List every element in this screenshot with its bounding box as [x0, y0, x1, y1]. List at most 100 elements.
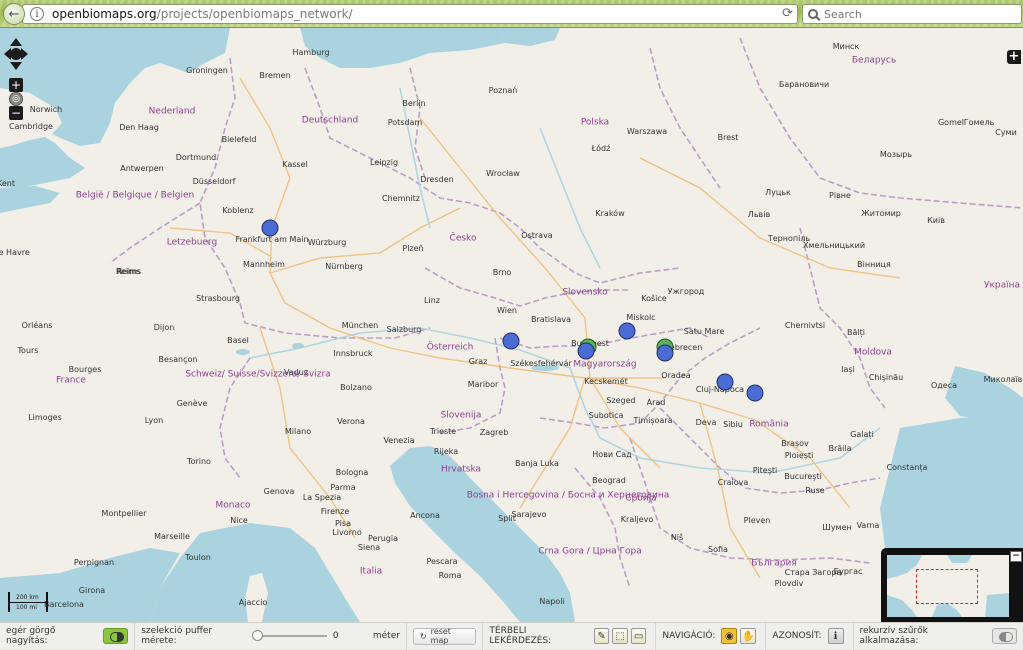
city-label: Trieste: [429, 427, 457, 436]
city-label: Graz: [468, 357, 488, 366]
country-label: Slovensko: [562, 287, 608, 298]
city-label: Subotica: [588, 411, 624, 420]
search-icon: [808, 9, 818, 19]
city-label: Toulon: [185, 553, 211, 562]
country-label: Беларусь: [851, 55, 897, 66]
city-label: Łódź: [591, 144, 611, 153]
city-label: Varna: [856, 521, 880, 530]
city-label: Lyon: [144, 416, 164, 425]
city-label: Roma: [438, 571, 462, 580]
scale-bar: 200 km 100 mi: [6, 592, 56, 614]
layer-switcher-button[interactable]: +: [1007, 50, 1021, 64]
city-label: Барановичи: [778, 80, 830, 89]
city-label: Chemnitz: [382, 194, 420, 203]
zoom-out-button[interactable]: −: [9, 106, 23, 120]
city-label: Tours: [17, 346, 39, 355]
city-label: Zagreb: [479, 428, 509, 437]
city-label: Reims: [115, 267, 141, 276]
city-label: Bielefeld: [221, 135, 257, 144]
pan-hand-button[interactable]: ✋: [740, 628, 757, 644]
city-label: Wrocław: [486, 169, 520, 178]
country-label: Magyarország: [573, 359, 637, 370]
country-label: Україна: [983, 280, 1021, 291]
wheel-zoom-toggle[interactable]: [102, 628, 129, 644]
identify-button[interactable]: ℹ: [827, 628, 844, 644]
browser-toolbar: i openbiomaps.org/projects/openbiomaps_n…: [0, 0, 1023, 28]
zoom-world-button[interactable]: ◎: [9, 92, 23, 106]
city-label: Plzeň: [402, 244, 424, 253]
reload-icon[interactable]: ⟳: [782, 6, 793, 21]
pan-control[interactable]: [4, 36, 28, 72]
data-point-marker[interactable]: [261, 219, 279, 237]
city-label: Timișoara: [633, 416, 673, 425]
data-point-marker[interactable]: [577, 342, 595, 360]
city-label: Bălți: [847, 328, 865, 337]
draw-box-button[interactable]: ▭: [630, 628, 647, 644]
buffer-input[interactable]: [332, 628, 369, 644]
city-label: Perugia: [367, 534, 399, 543]
country-label: Hrvatska: [440, 464, 482, 475]
city-label: Ostrava: [521, 231, 553, 240]
url-text: openbiomaps.org/projects/openbiomaps_net…: [52, 7, 353, 21]
city-label: La Spezia: [302, 493, 342, 502]
overview-map[interactable]: −: [881, 548, 1023, 622]
country-label: Monaco: [215, 500, 251, 511]
city-label: Pescara: [426, 557, 458, 566]
city-label: Суми: [995, 128, 1017, 137]
city-label: Satu Mare: [683, 327, 725, 336]
city-label: Bratislava: [531, 315, 571, 324]
identify-group: AZONOSÍT: ℹ: [766, 622, 854, 650]
data-point-marker[interactable]: [716, 373, 734, 391]
recursive-filter-group: rekurzív szűrők alkalmazása:: [854, 623, 1023, 650]
city-label: Genève: [176, 399, 208, 408]
data-point-marker[interactable]: [618, 322, 636, 340]
reset-map-button[interactable]: ↻ reset map: [412, 627, 477, 645]
city-label: Beograd: [592, 476, 626, 485]
url-bar[interactable]: i openbiomaps.org/projects/openbiomaps_n…: [22, 4, 798, 24]
recursive-filter-toggle[interactable]: [991, 628, 1018, 644]
country-label: Österreich: [426, 342, 474, 353]
search-input[interactable]: [824, 7, 1014, 21]
city-label: Sarajevo: [511, 510, 547, 519]
navigate-select-button[interactable]: ◉: [721, 628, 738, 644]
city-label: Brăila: [828, 444, 852, 453]
city-label: Wien: [497, 306, 517, 315]
buffer-label: szelekció puffer mérete:: [141, 626, 213, 646]
draw-polygon-button[interactable]: ⬚: [612, 628, 628, 644]
city-label: Banja Luka: [515, 459, 559, 468]
zoom-in-button[interactable]: +: [9, 78, 23, 92]
buffer-slider[interactable]: [252, 630, 327, 642]
data-point-marker[interactable]: [746, 384, 764, 402]
back-button[interactable]: ←: [3, 3, 25, 25]
draw-line-button[interactable]: ✎: [593, 628, 610, 644]
city-label: Den Haag: [119, 123, 159, 132]
city-label: Orléans: [21, 321, 53, 330]
city-label: Mannheim: [243, 260, 285, 269]
city-label: Parma: [330, 483, 356, 492]
city-label: Kecskemét: [584, 377, 628, 386]
slider-thumb[interactable]: [252, 630, 264, 641]
identify-label: AZONOSÍT:: [772, 631, 822, 641]
country-label: Moldova: [854, 347, 892, 358]
city-label: Niš: [670, 533, 684, 542]
data-point-marker[interactable]: [502, 332, 520, 350]
country-label: България: [751, 558, 797, 569]
overview-toggle-button[interactable]: −: [1010, 551, 1022, 562]
overview-extent-box[interactable]: [916, 569, 978, 604]
city-label: Pleven: [743, 516, 771, 525]
city-label: Cambridge: [9, 122, 53, 131]
box-select-icon: ▭: [633, 630, 644, 642]
city-label: Bolzano: [340, 383, 372, 392]
city-label: Ужгород: [667, 287, 705, 296]
city-label: Pitești: [752, 466, 778, 475]
city-label: Marseille: [154, 532, 190, 541]
map-canvas[interactable]: Hamburg Bremen Groningen Den Haag Antwer…: [0, 28, 1023, 622]
info-icon[interactable]: i: [30, 7, 44, 21]
country-label: Nederland: [148, 106, 196, 117]
data-point-marker[interactable]: [656, 344, 674, 362]
city-label: Dijon: [153, 323, 175, 332]
overview-map-canvas[interactable]: [887, 555, 1009, 617]
map-control-bar: egér görgő nagyítás: szelekció puffer mé…: [0, 622, 1023, 650]
city-label: Venezia: [383, 436, 415, 445]
browser-search-bar[interactable]: [802, 4, 1022, 24]
